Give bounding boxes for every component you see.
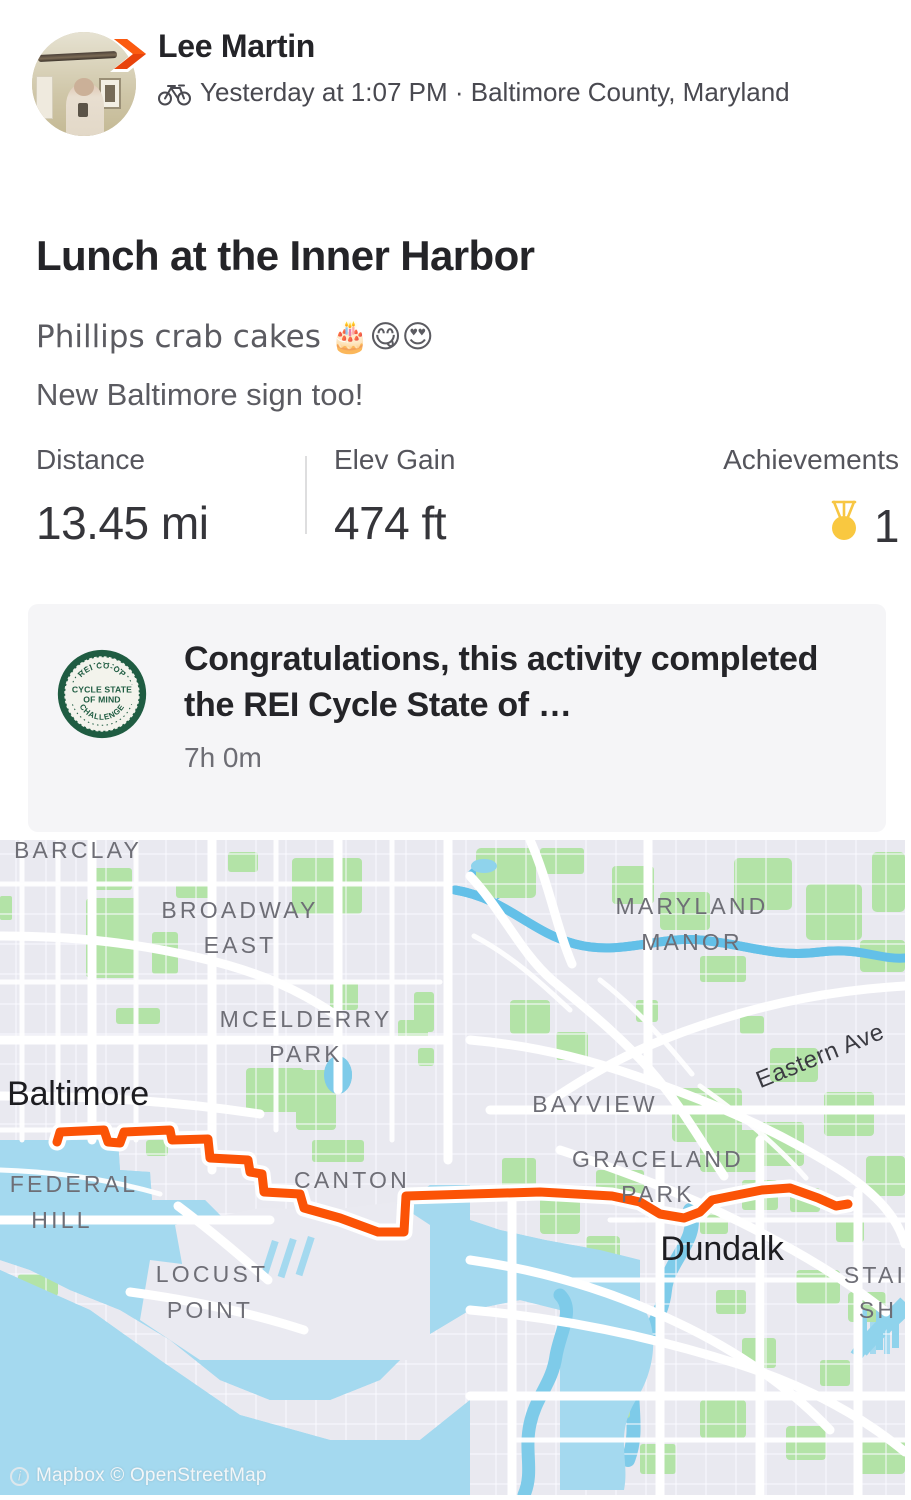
stat-achievements-count: 1 xyxy=(873,499,900,552)
stat-distance: Distance 13.45 mi xyxy=(36,444,209,549)
map-label: STAI xyxy=(844,1262,905,1288)
stats-divider xyxy=(305,456,307,534)
stat-elevation-label: Elev Gain xyxy=(334,444,456,475)
map-label: Baltimore xyxy=(7,1075,149,1113)
challenge-title: Congratulations, this activity completed… xyxy=(184,640,819,725)
map-label: EAST xyxy=(204,932,277,958)
avatar-photo-phone xyxy=(77,102,89,118)
avatar-wrapper[interactable] xyxy=(32,32,150,136)
map-attribution-text: Mapbox © OpenStreetMap xyxy=(36,1465,267,1486)
map-label: FEDERAL xyxy=(10,1171,138,1197)
avatar-photo-door xyxy=(36,75,53,120)
map-label: BARCLAY xyxy=(14,840,142,863)
map-label: MARYLAND xyxy=(616,893,769,919)
activity-description: Phillips crab cakes 🎂😋😍 New Baltimore si… xyxy=(36,308,434,425)
activity-map[interactable]: BARCLAY BROADWAY EAST MCELDERRY PARK MARYLAND… xyxy=(0,840,911,1500)
stat-achievements-value-row: 1 xyxy=(723,499,900,552)
stat-distance-label: Distance xyxy=(36,444,145,475)
map-label: Dundalk xyxy=(660,1230,785,1268)
challenge-card[interactable]: REI CO-OP CHALLENGE CYCLE STATE OF MIND … xyxy=(28,604,886,832)
athlete-name[interactable]: Lee Martin xyxy=(158,29,790,64)
info-icon[interactable] xyxy=(10,1466,29,1486)
activity-title[interactable]: Lunch at the Inner Harbor xyxy=(36,232,535,280)
map-label: BAYVIEW xyxy=(532,1091,658,1117)
stat-achievements-label: Achievements xyxy=(723,444,899,475)
map-canvas[interactable]: BARCLAY BROADWAY EAST MCELDERRY PARK MARYLAND… xyxy=(0,840,905,1495)
map-label: HILL xyxy=(31,1207,92,1233)
activity-meta-text: Yesterday at 1:07 PM · Baltimore County,… xyxy=(200,76,790,107)
strava-chevron-icon xyxy=(110,36,150,72)
activity-meta: Yesterday at 1:07 PM · Baltimore County,… xyxy=(158,75,790,116)
activity-header: Lee Martin Yesterday at 1:07 PM · Baltim… xyxy=(0,0,911,190)
rei-cycle-state-of-mind-badge: REI CO-OP CHALLENGE CYCLE STATE OF MIND xyxy=(56,648,148,740)
map-label: BROADWAY xyxy=(161,897,318,923)
description-line-2: New Baltimore sign too! xyxy=(36,377,364,413)
strava-activity-screen: Lee Martin Yesterday at 1:07 PM · Baltim… xyxy=(0,0,911,1500)
stat-achievements[interactable]: Achievements 1 xyxy=(723,446,899,551)
stat-elevation: Elev Gain 474 ft xyxy=(334,444,456,549)
map-label: MCELDERRY xyxy=(220,1006,393,1032)
map-label: GRACELAND xyxy=(572,1146,744,1172)
map-label: CANTON xyxy=(294,1167,410,1193)
stats-row: Distance 13.45 mi Elev Gain 474 ft Achie… xyxy=(0,446,911,576)
svg-text:OF MIND: OF MIND xyxy=(83,694,120,704)
map-label: POINT xyxy=(167,1297,253,1323)
map-label: SH xyxy=(859,1297,897,1323)
description-line-1: Phillips crab cakes 🎂😋😍 xyxy=(36,319,434,355)
map-label: LOCUST xyxy=(156,1261,269,1287)
map-label: PARK xyxy=(269,1041,343,1067)
stat-elevation-value: 474 ft xyxy=(334,497,447,549)
stat-distance-value: 13.45 mi xyxy=(36,497,209,549)
map-attribution[interactable]: Mapbox © OpenStreetMap xyxy=(10,1465,267,1487)
map-label: PARK xyxy=(621,1181,695,1207)
map-label: MANOR xyxy=(641,929,743,955)
header-text-block: Lee Martin Yesterday at 1:07 PM · Baltim… xyxy=(158,28,790,115)
svg-text:CYCLE STATE: CYCLE STATE xyxy=(72,685,132,695)
challenge-duration: 7h 0m xyxy=(184,742,262,774)
challenge-text-block: Congratulations, this activity completed… xyxy=(184,636,858,772)
bicycle-icon xyxy=(158,80,192,116)
medal-icon xyxy=(826,500,862,551)
map-tiles: BARCLAY BROADWAY EAST MCELDERRY PARK MARYLAND… xyxy=(0,840,905,1495)
